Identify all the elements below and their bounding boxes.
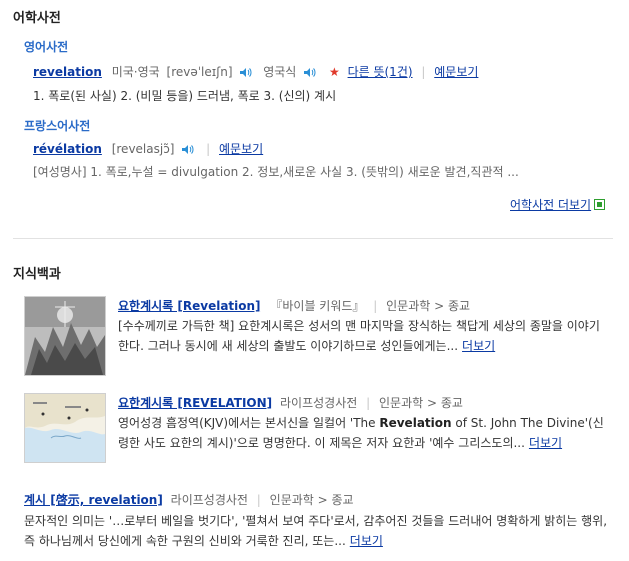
entry-3-title-link[interactable]: 계시 [啓示, revelation] xyxy=(24,493,163,507)
entry-1-source[interactable]: 『바이블 키워드』 xyxy=(270,299,364,313)
entry-3-description: 문자적인 의미는 '…로부터 베일을 벗기다', '펼쳐서 보여 주다'로서, … xyxy=(24,511,614,551)
entry-2-category[interactable]: 인문과학 > 종교 xyxy=(379,396,463,410)
divider: | xyxy=(206,142,211,156)
french-examples-link[interactable]: 예문보기 xyxy=(219,142,263,156)
divider: | xyxy=(366,396,371,410)
french-meaning: [여성명사] 1. 폭로,누설 = divulgation 2. 정보,새로운 … xyxy=(33,165,519,179)
star-icon: ★ xyxy=(328,65,340,79)
dictionary-more-link[interactable]: 어학사전 더보기 xyxy=(510,196,606,213)
entry-1-title-link[interactable]: 요한계시록 [Revelation] xyxy=(118,299,261,313)
entry-2-description: 영어성경 흠정역(KJV)에서는 본서신을 일컬어 'The Revelatio… xyxy=(118,413,608,453)
entry-1-description: [수수께끼로 가득한 책] 요한계시록은 성서의 맨 마지막을 장식하는 책답게… xyxy=(118,316,608,356)
dictionary-section-title: 어학사전 xyxy=(13,11,61,26)
divider: | xyxy=(421,65,426,79)
entry-1-desc-text: [수수께끼로 가득한 책] 요한계시록은 성서의 맨 마지막을 장식하는 책답게… xyxy=(118,319,600,353)
more-box-icon xyxy=(594,199,606,210)
entry-1-more-link[interactable]: 더보기 xyxy=(462,339,495,353)
speaker-fr-icon[interactable] xyxy=(181,144,194,158)
english-meaning: 1. 폭로(된 사실) 2. (비밀 등을) 드러냄, 폭로 3. (신의) 계… xyxy=(33,89,337,103)
speaker-uk-icon[interactable] xyxy=(303,67,316,81)
english-entry-row: revelation 미국·영국 [revəˈleɪʃn] 영국식 ★ 다른 뜻… xyxy=(33,63,478,81)
knowledge-entry-1: 요한계시록 [Revelation] 『바이블 키워드』 | 인문과학 > 종교 xyxy=(118,297,470,314)
french-dictionary-heading[interactable]: 프랑스어사전 xyxy=(24,117,90,134)
entry-2-desc-pre: 영어성경 흠정역(KJV)에서는 본서신을 일컬어 'The xyxy=(118,416,380,430)
knowledge-entry-2: 요한계시록 [REVELATION] 라이프성경사전 | 인문과학 > 종교 xyxy=(118,394,463,411)
english-examples-link[interactable]: 예문보기 xyxy=(434,65,478,79)
knowledge-section-title: 지식백과 xyxy=(13,267,61,282)
entry-3-desc-text: 문자적인 의미는 '…로부터 베일을 벗기다', '펼쳐서 보여 주다'로서, … xyxy=(24,514,608,548)
english-dictionary-heading[interactable]: 영어사전 xyxy=(24,38,68,55)
entry-3-more-link[interactable]: 더보기 xyxy=(350,534,383,548)
entry-3-category[interactable]: 인문과학 > 종교 xyxy=(270,493,354,507)
section-divider xyxy=(13,238,613,239)
dictionary-more-label: 어학사전 더보기 xyxy=(510,198,592,212)
entry-2-desc-bold: Revelation xyxy=(379,416,452,430)
divider: | xyxy=(373,299,378,313)
english-word-link[interactable]: revelation xyxy=(33,65,102,79)
divider: | xyxy=(256,493,261,507)
other-meanings-link[interactable]: 다른 뜻(1건) xyxy=(348,65,413,79)
region-uk: 영국식 xyxy=(263,65,297,79)
painting-thumbnail-icon[interactable] xyxy=(24,296,106,376)
french-pronunciation: [revelasjɔ̃] xyxy=(111,142,175,156)
entry-1-category[interactable]: 인문과학 > 종교 xyxy=(386,299,470,313)
entry-3-source[interactable]: 라이프성경사전 xyxy=(171,493,248,507)
entry-2-more-link[interactable]: 더보기 xyxy=(529,436,562,450)
pronunciation: [revəˈleɪʃn] xyxy=(166,65,233,79)
speaker-icon[interactable] xyxy=(239,67,252,81)
knowledge-entry-3: 계시 [啓示, revelation] 라이프성경사전 | 인문과학 > 종교 xyxy=(24,491,354,508)
french-word-link[interactable]: révélation xyxy=(33,142,102,156)
region-us-uk: 미국·영국 xyxy=(111,65,160,79)
entry-2-title-link[interactable]: 요한계시록 [REVELATION] xyxy=(118,396,272,410)
entry-2-source[interactable]: 라이프성경사전 xyxy=(280,396,357,410)
french-entry-row: révélation [revelasjɔ̃] | 예문보기 xyxy=(33,140,263,158)
map-thumbnail-icon[interactable] xyxy=(24,393,106,463)
